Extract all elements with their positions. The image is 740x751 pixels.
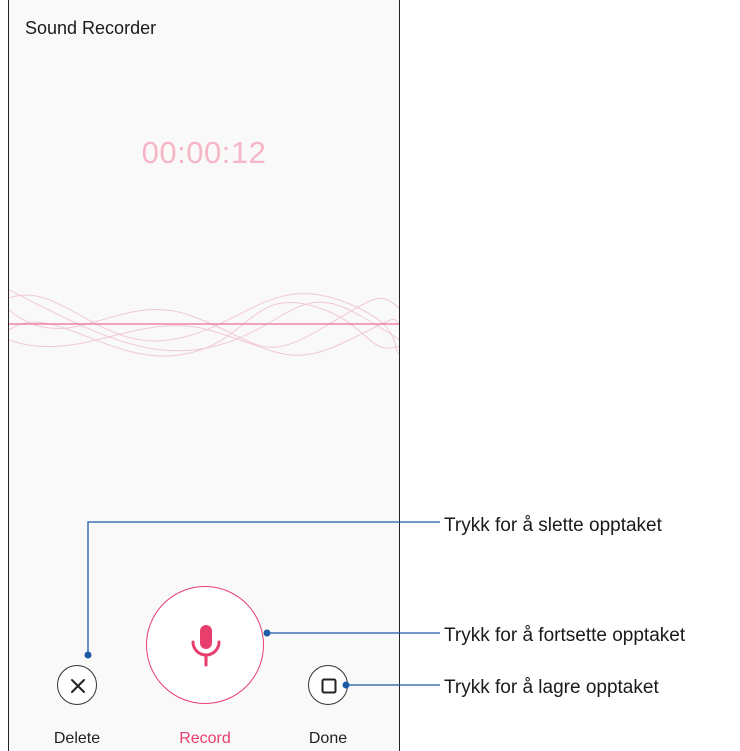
close-icon [71,679,85,693]
app-title: Sound Recorder [25,18,157,38]
callout-record-text: Trykk for å fortsette opptaket [444,625,686,646]
microphone-icon [191,625,221,667]
stop-icon [321,678,337,694]
recording-timer: 00:00:12 [141,135,267,170]
callout-delete-text: Trykk for å slette opptaket [444,515,662,536]
callout-done-text: Trykk for å lagre opptaket [444,677,659,698]
done-button[interactable] [308,665,348,705]
record-button[interactable] [146,586,264,704]
sound-recorder-screen: Sound Recorder 00:00:12 Delete Record Do… [8,0,400,751]
record-label: Record [179,730,231,747]
done-label: Done [308,730,348,747]
delete-label: Delete [53,730,101,747]
manual-illustration: Sound Recorder 00:00:12 Delete Record Do… [0,0,740,751]
waveform [9,289,399,357]
delete-button[interactable] [57,665,97,705]
